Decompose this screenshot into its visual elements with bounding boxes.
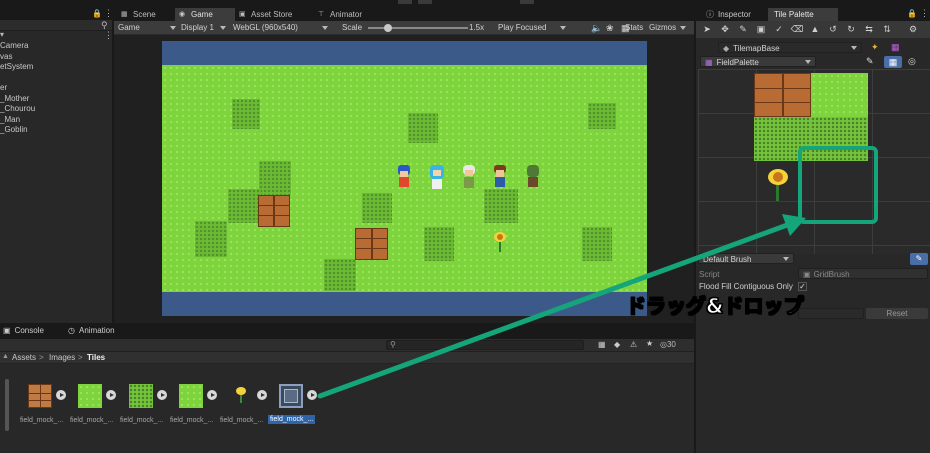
annotation-overlay [317, 146, 878, 399]
drag-and-drop-annotation: ドラッグ&ドロップ [625, 294, 804, 319]
drop-target-highlight [798, 146, 878, 224]
